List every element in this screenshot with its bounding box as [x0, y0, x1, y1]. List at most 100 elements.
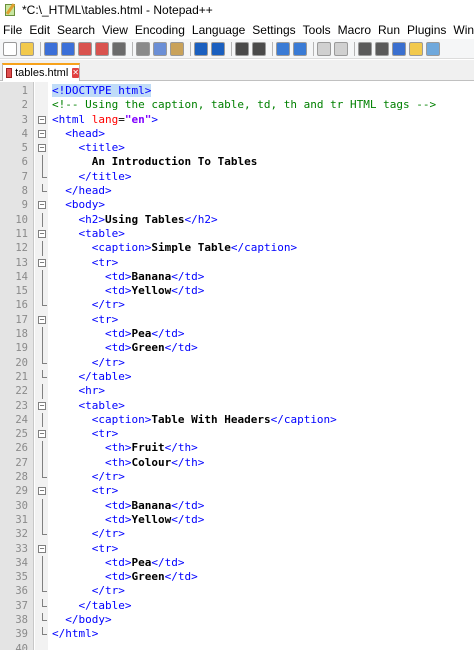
find-icon[interactable] [235, 41, 249, 56]
code-text: <head> [52, 127, 105, 141]
code-text: <body> [52, 198, 105, 212]
code-line[interactable]: 28 </tr> [0, 470, 474, 484]
code-line[interactable]: 32 </tr> [0, 527, 474, 541]
code-line[interactable]: 22 <hr> [0, 384, 474, 399]
fold-toggle-icon[interactable]: − [37, 198, 47, 212]
cut-icon[interactable] [136, 41, 150, 56]
zoom-in-icon[interactable] [276, 41, 290, 56]
code-line[interactable]: 19 <td>Green</td> [0, 341, 474, 356]
code-line[interactable]: 17− <tr> [0, 313, 474, 327]
code-line[interactable]: 9− <body> [0, 198, 474, 212]
code-line[interactable]: 10 <h2>Using Tables</h2> [0, 212, 474, 227]
copy-icon[interactable] [153, 41, 167, 56]
code-line[interactable]: 24 <caption>Table With Headers</caption> [0, 412, 474, 428]
code-line[interactable]: 6 An Introduction To Tables [0, 155, 474, 170]
code-line[interactable]: 11− <table> [0, 227, 474, 241]
close-icon[interactable]: ✕ [72, 68, 79, 78]
code-line[interactable]: 1 <!DOCTYPE html> [0, 84, 474, 98]
code-line[interactable]: 13− <tr> [0, 256, 474, 270]
menu-edit[interactable]: Edit [29, 23, 50, 37]
sync-horizontal-icon[interactable] [334, 41, 348, 56]
code-line[interactable]: 4− <head> [0, 127, 474, 141]
code-line[interactable]: 2 <!-- Using the caption, table, td, th a… [0, 98, 474, 112]
doc-map-icon[interactable] [426, 41, 440, 56]
code-line[interactable]: 35 <td>Green</td> [0, 570, 474, 585]
code-line[interactable]: 31 <td>Yellow</td> [0, 512, 474, 528]
fold-line [37, 212, 47, 227]
fold-toggle-icon[interactable]: − [37, 141, 47, 155]
fold-line [37, 498, 47, 513]
paste-icon[interactable] [170, 41, 184, 56]
token-tag: <caption> [91, 241, 152, 255]
menu-view[interactable]: View [102, 23, 128, 37]
sync-vertical-icon[interactable] [317, 41, 331, 56]
fold-toggle-icon[interactable]: − [37, 313, 47, 327]
fold-toggle-icon[interactable]: − [37, 127, 47, 141]
code-line[interactable]: 12 <caption>Simple Table</caption> [0, 241, 474, 256]
code-line[interactable]: 36 </tr> [0, 584, 474, 598]
fold-blank [37, 84, 47, 98]
code-line[interactable]: 23− <table> [0, 399, 474, 413]
menu-file[interactable]: File [3, 23, 22, 37]
save-all-icon[interactable] [61, 41, 75, 56]
fold-toggle-icon[interactable]: − [37, 227, 47, 241]
code-line[interactable]: 18 <td>Pea</td> [0, 327, 474, 342]
code-line[interactable]: 7 </title> [0, 169, 474, 184]
code-line[interactable]: 30 <td>Banana</td> [0, 498, 474, 513]
new-file-icon[interactable] [3, 41, 17, 56]
menu-tools[interactable]: Tools [303, 23, 331, 37]
menu-settings[interactable]: Settings [252, 23, 295, 37]
menu-macro[interactable]: Macro [338, 23, 371, 37]
code-line[interactable]: 15 <td>Yellow</td> [0, 284, 474, 299]
code-line[interactable]: 27 <th>Colour</th> [0, 455, 474, 471]
zoom-out-icon[interactable] [293, 41, 307, 56]
fold-toggle-icon[interactable]: − [37, 113, 47, 127]
code-line[interactable]: 37 </table> [0, 598, 474, 613]
code-line[interactable]: 33− <tr> [0, 542, 474, 556]
close-icon[interactable] [78, 41, 92, 56]
close-all-icon[interactable] [95, 41, 109, 56]
code-line[interactable]: 25− <tr> [0, 427, 474, 441]
code-line[interactable]: 26 <th>Fruit</th> [0, 441, 474, 456]
code-line[interactable]: 8 </head> [0, 184, 474, 198]
user-lang-icon[interactable] [409, 41, 423, 56]
code-line[interactable]: 5− <title> [0, 141, 474, 155]
print-icon[interactable] [112, 41, 126, 56]
menu-search[interactable]: Search [57, 23, 95, 37]
fold-toggle-icon[interactable]: − [37, 484, 47, 498]
code-line[interactable]: 29− <tr> [0, 484, 474, 498]
open-file-icon[interactable] [20, 41, 34, 56]
fold-toggle-icon[interactable]: − [37, 256, 47, 270]
code-lines[interactable]: 1 <!DOCTYPE html> 2 <!-- Using the caption,… [0, 84, 474, 650]
code-line[interactable]: 39 </html> [0, 627, 474, 641]
menu-language[interactable]: Language [192, 23, 245, 37]
code-line[interactable]: 3− <html lang="en"> [0, 113, 474, 127]
fold-toggle-icon[interactable]: − [37, 542, 47, 556]
show-all-chars-icon[interactable] [375, 41, 389, 56]
code-line[interactable]: 14 <td>Banana</td> [0, 269, 474, 285]
indent-guide-icon[interactable] [392, 41, 406, 56]
save-icon[interactable] [44, 41, 58, 56]
menu-plugins[interactable]: Plugins [407, 23, 446, 37]
token-tag: <table> [78, 226, 125, 240]
menu-window[interactable]: Window [453, 23, 474, 37]
token-tag: </caption> [230, 241, 298, 255]
undo-icon[interactable] [194, 41, 208, 56]
code-line[interactable]: 20 </tr> [0, 355, 474, 370]
fold-toggle-icon[interactable]: − [37, 427, 47, 441]
fold-blank [37, 98, 47, 112]
editor[interactable]: 1 <!DOCTYPE html> 2 <!-- Using the caption,… [0, 82, 474, 650]
code-line[interactable]: 38 </body> [0, 612, 474, 627]
code-line[interactable]: 21 </table> [0, 369, 474, 384]
fold-toggle-icon[interactable]: − [37, 399, 47, 413]
redo-icon[interactable] [211, 41, 225, 56]
replace-icon[interactable] [252, 41, 266, 56]
code-line[interactable]: 16 </tr> [0, 298, 474, 312]
code-line[interactable]: 40 [0, 642, 474, 650]
menu-run[interactable]: Run [378, 23, 400, 37]
menu-encoding[interactable]: Encoding [135, 23, 185, 37]
code-line[interactable]: 34 <td>Pea</td> [0, 555, 474, 571]
word-wrap-icon[interactable] [358, 41, 372, 56]
tab-tables-html[interactable]: tables.html ✕ [2, 63, 80, 81]
